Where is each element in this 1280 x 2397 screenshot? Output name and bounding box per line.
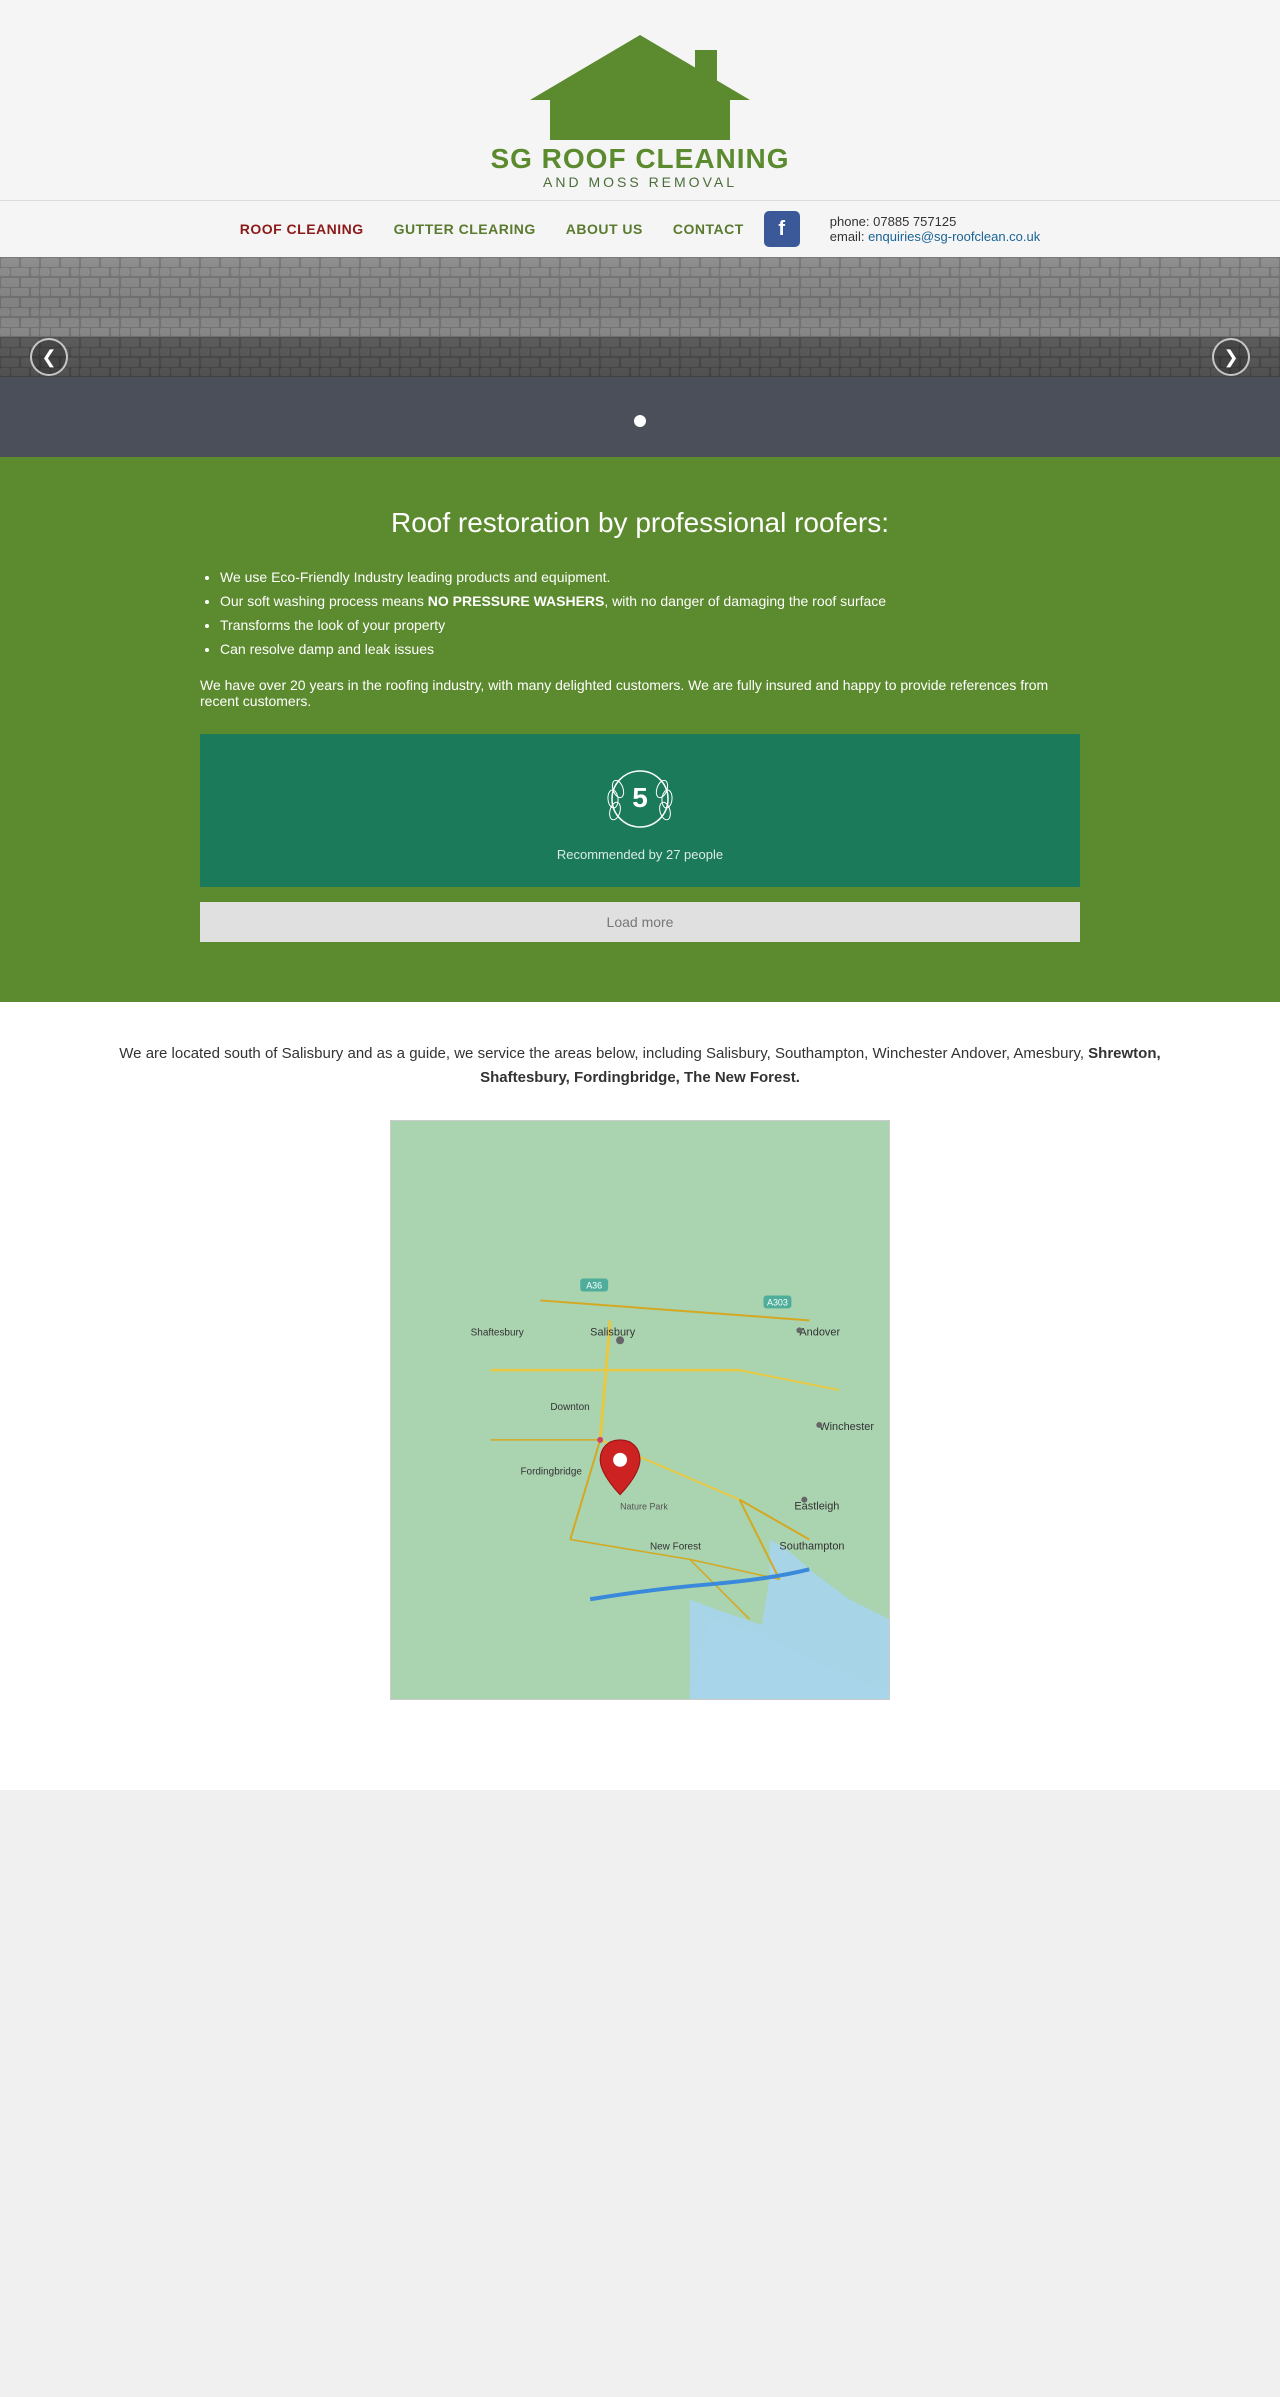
services-section: Roof restoration by professional roofers… bbox=[0, 457, 1280, 1002]
map-svg: Salisbury Andover Winchester Eastleigh S… bbox=[391, 1121, 889, 1699]
services-heading: Roof restoration by professional roofers… bbox=[200, 507, 1080, 539]
svg-text:Fordingbridge: Fordingbridge bbox=[520, 1467, 582, 1478]
svg-text:New Forest: New Forest bbox=[650, 1541, 701, 1552]
slider-dots bbox=[634, 415, 646, 427]
bottom-spacer bbox=[0, 1740, 1280, 1790]
svg-text:A303: A303 bbox=[767, 1297, 788, 1307]
nav-about-us[interactable]: ABOUT US bbox=[566, 221, 643, 237]
navigation-bar: ROOF CLEANING GUTTER CLEARING ABOUT US C… bbox=[0, 200, 1280, 257]
nav-contact[interactable]: CONTACT bbox=[673, 221, 744, 237]
service-item-3: Transforms the look of your property bbox=[220, 617, 1080, 633]
nav-roof-cleaning[interactable]: ROOF CLEANING bbox=[240, 221, 364, 237]
laurel-wreath-icon: 5 bbox=[600, 759, 680, 839]
service-item-1: We use Eco-Friendly Industry leading pro… bbox=[220, 569, 1080, 585]
location-section: We are located south of Salisbury and as… bbox=[0, 1002, 1280, 1740]
rating-subtitle: Recommended by 27 people bbox=[557, 847, 723, 862]
service-item-4: Can resolve damp and leak issues bbox=[220, 641, 1080, 657]
phone-number: 07885 757125 bbox=[873, 214, 956, 229]
slider-next-button[interactable]: ❯ bbox=[1212, 338, 1250, 376]
nav-links: ROOF CLEANING GUTTER CLEARING ABOUT US C… bbox=[240, 221, 744, 237]
svg-text:Winchester: Winchester bbox=[819, 1421, 874, 1433]
rating-box: 5 Recommended by 27 people bbox=[200, 734, 1080, 887]
service-item-2: Our soft washing process means NO PRESSU… bbox=[220, 593, 1080, 609]
contact-info: phone: 07885 757125 email: enquiries@sg-… bbox=[830, 214, 1041, 244]
facebook-icon[interactable]: f bbox=[764, 211, 800, 247]
email-label: email: bbox=[830, 229, 865, 244]
service-area-map: Salisbury Andover Winchester Eastleigh S… bbox=[390, 1120, 890, 1700]
svg-text:AND MOSS REMOVAL: AND MOSS REMOVAL bbox=[543, 174, 737, 190]
phone-info: phone: 07885 757125 bbox=[830, 214, 1041, 229]
slider-prev-button[interactable]: ❮ bbox=[30, 338, 68, 376]
rating-badge-container: 5 bbox=[600, 759, 680, 839]
svg-text:Nature Park: Nature Park bbox=[620, 1502, 668, 1512]
services-body-text: We have over 20 years in the roofing ind… bbox=[200, 677, 1080, 709]
phone-label: phone: bbox=[830, 214, 870, 229]
nav-gutter-clearing[interactable]: GUTTER CLEARING bbox=[394, 221, 536, 237]
svg-text:Andover: Andover bbox=[799, 1326, 840, 1338]
load-more-button[interactable]: Load more bbox=[200, 902, 1080, 942]
logo-area: SG ROOF CLEANING AND MOSS REMOVAL bbox=[470, 20, 810, 190]
svg-text:5: 5 bbox=[632, 782, 648, 813]
svg-text:A36: A36 bbox=[586, 1280, 602, 1290]
services-list: We use Eco-Friendly Industry leading pro… bbox=[200, 569, 1080, 657]
rating-display: 5 Recommended by 27 people bbox=[557, 759, 723, 862]
email-link[interactable]: enquiries@sg-roofclean.co.uk bbox=[868, 229, 1040, 244]
svg-text:Eastleigh: Eastleigh bbox=[794, 1501, 839, 1513]
roof-tiles-bg bbox=[0, 257, 1280, 377]
svg-text:Shaftesbury: Shaftesbury bbox=[471, 1327, 524, 1338]
hero-slider: ❮ ❯ bbox=[0, 257, 1280, 457]
svg-text:Salisbury: Salisbury bbox=[590, 1326, 636, 1338]
svg-text:Southampton: Southampton bbox=[779, 1540, 844, 1552]
site-header: SG ROOF CLEANING AND MOSS REMOVAL ROOF C… bbox=[0, 0, 1280, 257]
svg-text:SG ROOF CLEANING: SG ROOF CLEANING bbox=[490, 143, 789, 174]
location-description: We are located south of Salisbury and as… bbox=[100, 1042, 1180, 1090]
svg-text:Downton: Downton bbox=[550, 1402, 589, 1413]
slider-dot-active[interactable] bbox=[634, 415, 646, 427]
site-logo: SG ROOF CLEANING AND MOSS REMOVAL bbox=[470, 20, 810, 190]
email-info: email: enquiries@sg-roofclean.co.uk bbox=[830, 229, 1041, 244]
